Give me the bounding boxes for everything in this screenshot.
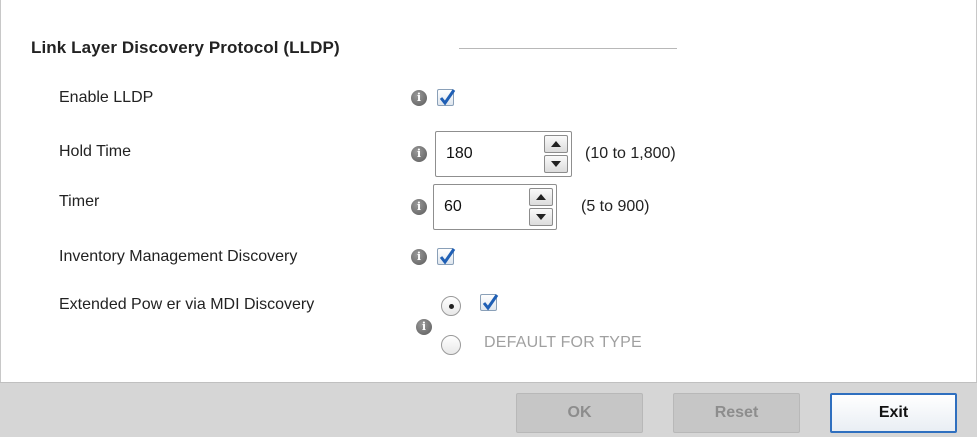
ok-button[interactable]: OK	[516, 393, 643, 433]
arrow-up-icon	[551, 141, 561, 147]
lldp-settings-panel: Link Layer Discovery Protocol (LLDP) Ena…	[0, 0, 977, 382]
arrow-up-icon	[536, 194, 546, 200]
footer-bar: OK Reset Exit	[0, 382, 977, 437]
hold-time-increment-button[interactable]	[544, 135, 568, 153]
timer-range: (5 to 900)	[581, 198, 650, 215]
hold-time-spinner[interactable]: 180	[435, 131, 572, 177]
timer-spinner[interactable]: 60	[433, 184, 557, 230]
hold-time-info-icon[interactable]: i	[411, 146, 427, 162]
inventory-mgmt-label: Inventory Management Discovery	[59, 248, 298, 265]
exit-button[interactable]: Exit	[830, 393, 957, 433]
arrow-down-icon	[536, 214, 546, 220]
checkmark-icon	[482, 294, 499, 311]
enable-lldp-label: Enable LLDP	[59, 89, 154, 106]
inventory-mgmt-info-icon[interactable]: i	[411, 249, 427, 265]
checkmark-icon	[439, 89, 456, 106]
radio-selected-dot	[449, 304, 454, 309]
timer-increment-button[interactable]	[529, 188, 553, 206]
timer-info-icon[interactable]: i	[411, 199, 427, 215]
inventory-mgmt-checkbox[interactable]	[437, 248, 456, 265]
enable-lldp-info-icon[interactable]: i	[411, 90, 427, 106]
timer-label: Timer	[59, 193, 100, 210]
section-title: Link Layer Discovery Protocol (LLDP)	[31, 38, 340, 57]
hold-time-label: Hold Time	[59, 143, 132, 160]
extended-power-checkbox[interactable]	[480, 294, 499, 311]
extended-power-custom-radio[interactable]	[441, 296, 461, 316]
enable-lldp-checkbox[interactable]	[437, 89, 456, 106]
arrow-down-icon	[551, 161, 561, 167]
hold-time-range: (10 to 1,800)	[585, 145, 676, 162]
section-divider	[459, 48, 677, 49]
default-for-type-label: DEFAULT FOR TYPE	[484, 334, 642, 351]
timer-value[interactable]: 60	[444, 198, 462, 216]
extended-power-default-radio[interactable]	[441, 335, 461, 355]
extended-power-label: Extended Pow er via MDI Discovery	[59, 296, 315, 313]
checkmark-icon	[439, 248, 456, 265]
extended-power-info-icon[interactable]: i	[416, 319, 432, 335]
reset-button[interactable]: Reset	[673, 393, 800, 433]
timer-decrement-button[interactable]	[529, 208, 553, 226]
hold-time-value[interactable]: 180	[446, 145, 473, 163]
hold-time-decrement-button[interactable]	[544, 155, 568, 173]
